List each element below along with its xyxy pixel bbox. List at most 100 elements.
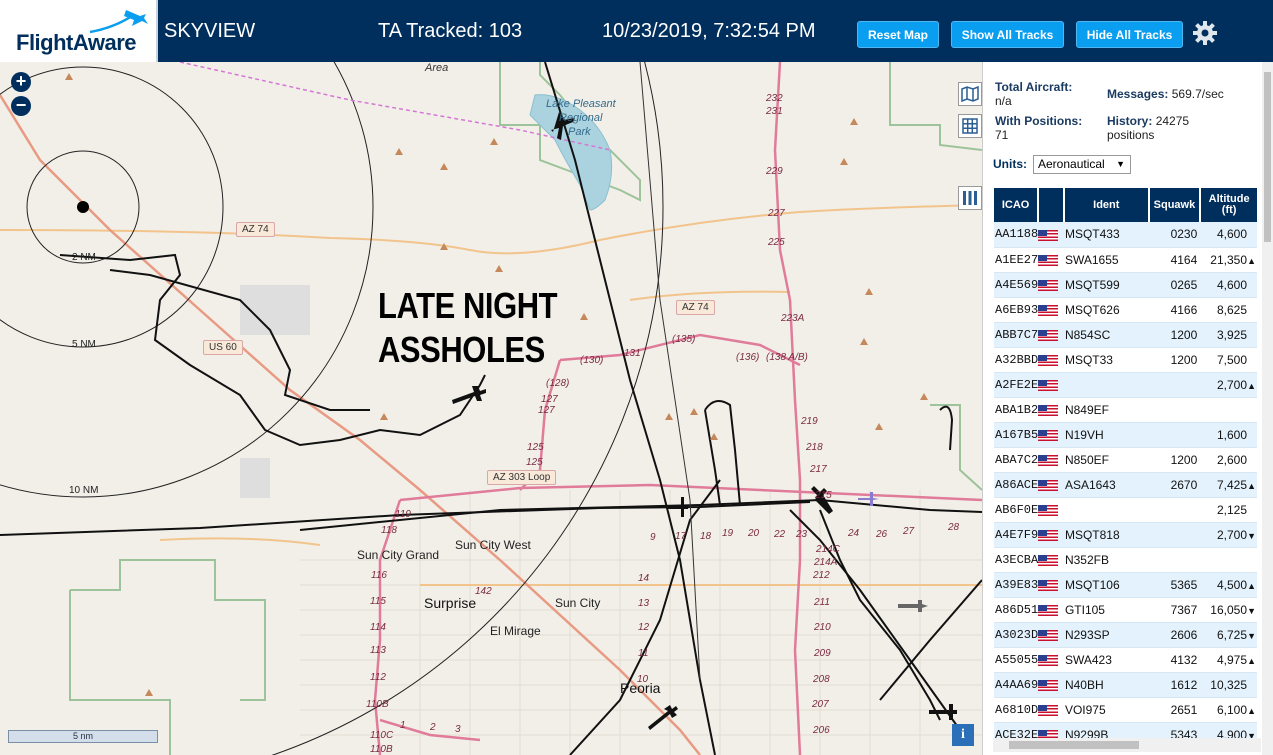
units-select[interactable]: Aeronautical ▼ — [1033, 155, 1131, 174]
us-flag-icon — [1038, 454, 1059, 466]
table-row[interactable]: A6810D VOI975 2651 6,100▲ — [994, 697, 1257, 723]
zoom-out-button[interactable]: − — [11, 96, 31, 116]
reset-map-button[interactable]: Reset Map — [857, 21, 939, 48]
table-row[interactable]: A4AA69 N40BH 1612 10,325 — [994, 672, 1257, 698]
table-row[interactable]: A3023D N293SP 2606 6,725▼ — [994, 622, 1257, 648]
scroll-thumb[interactable] — [1264, 72, 1271, 242]
altitude-value: 7,500 — [1216, 352, 1247, 367]
flag-cell — [1038, 222, 1064, 248]
table-row[interactable]: ABA7C2 N850EF 1200 2,600 — [994, 447, 1257, 473]
road-number-label: (136) — [736, 352, 760, 363]
messages-stat: Messages: 569.7/sec — [1107, 87, 1224, 101]
altitude-cell: 8,625 — [1200, 297, 1257, 323]
squawk-cell: 4164 — [1148, 247, 1201, 273]
gear-icon[interactable] — [1192, 20, 1218, 46]
col-altitude[interactable]: Altitude (ft) — [1200, 188, 1257, 222]
table-row[interactable]: AB6F0E 2,125 — [994, 497, 1257, 523]
altitude-value: 2,700 — [1216, 527, 1247, 542]
table-row[interactable]: A39E83 MSQT106 5365 4,500▲ — [994, 572, 1257, 598]
table-row[interactable]: A167B5 N19VH 1,600 — [994, 422, 1257, 448]
col-flag[interactable] — [1038, 188, 1065, 222]
icao-cell: A4AA69 — [994, 672, 1039, 698]
table-row[interactable]: A55055 SWA423 4132 4,975▲ — [994, 647, 1257, 673]
total-aircraft-label: Total Aircraft: — [995, 80, 1073, 94]
col-icao[interactable]: ICAO — [994, 188, 1040, 222]
lake-label-2: Regional — [559, 112, 603, 124]
squawk-cell: 1200 — [1148, 322, 1201, 348]
icao-cell: A4E7F9 — [994, 522, 1039, 548]
road-number-label: 10 — [637, 674, 649, 685]
altitude-value: 6,725 — [1216, 627, 1247, 642]
altitude-cell: 6,100▲ — [1200, 697, 1257, 723]
icao-cell: A3023D — [994, 622, 1039, 648]
map-view[interactable]: Area Lake Pleasant Regional Park Sun Cit… — [0, 62, 982, 755]
map-layers-button[interactable] — [958, 82, 982, 106]
road-number-label: 207 — [812, 699, 829, 710]
altitude-trend-icon: ▲ — [1247, 580, 1256, 591]
ident-cell: N293SP — [1063, 622, 1149, 648]
flightaware-logo[interactable]: FlightAware — [0, 0, 158, 62]
ident-cell: ASA1643 — [1063, 472, 1149, 498]
altitude-trend-icon: ▼ — [1247, 630, 1256, 641]
zoom-in-button[interactable]: + — [11, 72, 31, 92]
col-ident[interactable]: Ident — [1063, 188, 1150, 222]
road-number-label: 115 — [370, 596, 386, 607]
icao-cell: AB6F0E — [994, 497, 1039, 523]
column-toggle-button[interactable] — [958, 186, 982, 210]
panel-scrollbar[interactable] — [1262, 62, 1273, 755]
shield-us60: US 60 — [203, 340, 243, 355]
table-row[interactable]: A32BBD MSQT33 1200 7,500 — [994, 347, 1257, 373]
show-all-tracks-button[interactable]: Show All Tracks — [951, 21, 1064, 48]
table-row[interactable]: AA1188 MSQT433 0230 4,600 — [994, 222, 1257, 248]
altitude-cell: 4,975▲ — [1200, 647, 1257, 673]
with-positions-label: With Positions: — [995, 114, 1083, 128]
altitude-cell: 2,700▼ — [1200, 522, 1257, 548]
flag-cell — [1038, 397, 1064, 423]
ident-cell: N849EF — [1063, 397, 1149, 423]
table-row[interactable]: A3ECBA N352FB — [994, 547, 1257, 573]
history-value: 24275 — [1155, 114, 1190, 128]
altitude-cell: 1,600 — [1200, 422, 1257, 448]
col-squawk[interactable]: Squawk — [1148, 188, 1202, 222]
altitude-value: 21,350 — [1210, 252, 1247, 267]
us-flag-icon — [1038, 254, 1059, 266]
table-row[interactable]: A86ACE ASA1643 2670 7,425▲ — [994, 472, 1257, 498]
city-surprise: Surprise — [424, 595, 477, 611]
altitude-trend-icon: ▲ — [1247, 705, 1256, 716]
ident-cell: SWA423 — [1063, 647, 1149, 673]
altitude-value: 2,125 — [1216, 502, 1247, 517]
table-row[interactable]: A4E569 MSQT599 0265 4,600 — [994, 272, 1257, 298]
h-scroll-thumb[interactable] — [1009, 741, 1139, 749]
altitude-cell: 16,050▼ — [1200, 597, 1257, 623]
table-row[interactable]: A86D51 GTI105 7367 16,050▼ — [994, 597, 1257, 623]
table-row[interactable]: A4E7F9 MSQT818 2,700▼ — [994, 522, 1257, 548]
road-number-label: (135) — [672, 334, 696, 345]
columns-icon — [963, 191, 977, 205]
road-number-label: 9 — [650, 532, 656, 543]
table-row[interactable]: ABB7C7 N854SC 1200 3,925 — [994, 322, 1257, 348]
hide-all-tracks-button[interactable]: Hide All Tracks — [1076, 21, 1183, 48]
squawk-cell: 2606 — [1148, 622, 1201, 648]
altitude-cell: 4,600 — [1200, 222, 1257, 248]
aircraft-panel: Total Aircraft: n/a Messages: 569.7/sec … — [982, 62, 1273, 755]
table-row[interactable]: A6EB93 MSQT626 4166 8,625 — [994, 297, 1257, 323]
lake-label: Lake Pleasant — [546, 98, 616, 110]
annotation-line-1: LATE NIGHT — [378, 285, 558, 326]
flag-cell — [1038, 247, 1064, 273]
table-row[interactable]: A1EE27 SWA1655 4164 21,350▲ — [994, 247, 1257, 273]
map-grid-button[interactable] — [958, 114, 982, 138]
city-sun-city-grand: Sun City Grand — [357, 548, 440, 562]
icao-cell: A167B5 — [994, 422, 1039, 448]
top-bar: FlightAware SKYVIEW TA Tracked: 103 10/2… — [0, 0, 1273, 62]
us-flag-icon — [1038, 479, 1059, 491]
info-icon[interactable]: i — [952, 724, 974, 746]
altitude-value: 10,325 — [1210, 677, 1247, 692]
flag-cell — [1038, 647, 1064, 673]
table-horizontal-scrollbar[interactable] — [993, 738, 1261, 752]
icao-cell: A86ACE — [994, 472, 1039, 498]
table-row[interactable]: A2FE2E 2,700▲ — [994, 372, 1257, 398]
table-row[interactable]: ABA1B2 N849EF — [994, 397, 1257, 423]
road-number-label: 20 — [748, 528, 760, 539]
us-flag-icon — [1038, 654, 1059, 666]
flag-cell — [1038, 322, 1064, 348]
